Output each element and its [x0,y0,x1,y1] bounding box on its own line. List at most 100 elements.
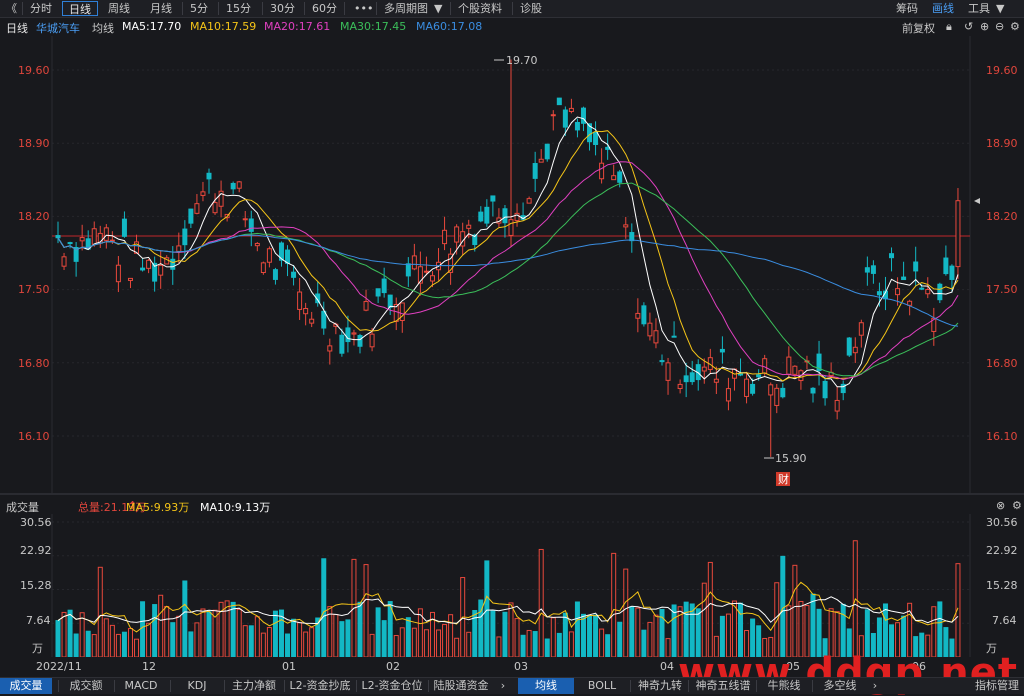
tab-l2-fund-position[interactable]: L2-资金仓位 [358,678,426,694]
volume-indicator-bar: 成交量 总量:21.13万 ↑ MA5:9.93万 MA10:9.13万 ⊗ ⚙ [0,497,1024,514]
volume-bar [593,614,599,657]
candle-body [212,202,218,214]
zoom-out-icon[interactable]: ⊖ [995,20,1004,33]
candle-body [363,301,369,311]
period-tab-monthly[interactable]: 月线 [146,1,176,16]
candle-body [562,109,568,128]
volume-title[interactable]: 成交量 [6,499,39,515]
ma10-value: MA10:17.59 [190,20,257,33]
volume-bar [544,638,550,657]
volume-bar [134,638,140,657]
high-price-label: 19.70 [506,54,538,67]
tab-boll[interactable]: BOLL [576,678,628,694]
tab-divider [356,680,357,692]
volume-bar [158,594,164,657]
volume-bar [297,622,303,657]
tab-turnover[interactable]: 成交额 [60,678,112,694]
ma-label[interactable]: 均线 [92,20,114,36]
lock-icon[interactable]: 🔒︎ [946,20,952,34]
candle-body [194,203,200,214]
candle-body [943,257,949,275]
candle-body [750,383,756,394]
diagnose-button[interactable]: 诊股 [516,1,546,16]
period-tab-15min[interactable]: 15分 [222,1,255,16]
last-price-arrow-icon [974,198,980,204]
volume-bar [97,566,103,657]
volume-chart[interactable] [0,514,1024,657]
tab-bull-bear[interactable]: 牛熊线 [758,678,810,694]
back-button[interactable]: 《 [2,1,21,16]
volume-ma10-line [57,596,959,625]
volume-bar [738,602,744,657]
tab-kdj[interactable]: KDJ [172,678,222,694]
tab-long-short[interactable]: 多空线 [814,678,866,694]
tab-main-net[interactable]: 主力净额 [226,678,282,694]
volume-bar [381,620,387,657]
candle-body [683,375,689,383]
volume-bar [423,629,429,657]
volume-bar [411,627,417,657]
volume-bar [67,609,73,657]
candle-body [725,388,731,402]
candle-body [109,239,115,242]
candle-body [327,345,333,352]
volume-bar [556,632,562,657]
undo-icon[interactable]: ↺ [964,20,973,33]
tab-l2-bottom-fishing[interactable]: L2-资金抄底 [286,678,354,694]
candle-body [919,287,925,290]
tab-magic-five-lines[interactable]: 神奇五线谱 [690,678,756,694]
close-volume-icon[interactable]: ⊗ [996,499,1005,512]
volume-bar [707,561,713,657]
tools-button[interactable]: 工具 [964,1,994,16]
tab-divider [428,680,429,692]
candle-body [641,305,647,325]
tab-macd[interactable]: MACD [116,678,166,694]
tab-magic-nine[interactable]: 神奇九转 [632,678,688,694]
candle-body [55,235,61,239]
volume-bar [309,627,315,657]
tab-ma[interactable]: 均线 [518,678,574,694]
candle-body [822,380,828,399]
period-tab-intraday[interactable]: 分时 [26,1,56,16]
volume-settings-icon[interactable]: ⚙ [1012,499,1022,512]
tab-northbound[interactable]: 陆股通资金 [430,678,492,694]
candle-body [629,232,635,242]
chevron-right-icon[interactable]: › [496,678,510,694]
period-tab-30min[interactable]: 30分 [266,1,299,16]
candle-body [774,387,780,406]
fuquan-button[interactable]: 前复权 [902,20,935,36]
tab-volume[interactable]: 成交量 [0,678,52,694]
tab-divider [688,680,689,692]
stock-name[interactable]: 华城汽车 [36,20,80,36]
multi-period-dropdown[interactable]: 多周期图 [380,1,432,16]
chevron-right-icon[interactable]: › [868,678,882,694]
more-periods-button[interactable]: ••• [350,1,377,16]
period-tab-60min[interactable]: 60分 [308,1,341,16]
chips-button[interactable]: 筹码 [892,1,922,16]
indicator-bar: 日线 华城汽车 均线 MA5:17.70 MA10:17.59 MA20:17.… [0,18,1024,35]
candle-body [895,288,901,296]
candle-body [647,322,653,337]
tab-indicator-management[interactable]: 指标管理 [970,678,1024,694]
zoom-in-icon[interactable]: ⊕ [980,20,989,33]
stock-profile-button[interactable]: 个股资料 [454,1,506,16]
period-tab-daily[interactable]: 日线 [62,1,98,16]
tab-divider [170,680,171,692]
volume-bar [333,614,339,657]
volume-bar [182,580,188,657]
price-chart[interactable]: 19.70 15.90 财 [0,36,1024,494]
toolbar-divider [22,2,23,15]
settings-icon[interactable]: ⚙ [1010,20,1020,33]
candle-body [236,181,242,189]
candle-body [297,291,303,310]
candle-body [260,262,266,274]
volume-bar [339,621,345,657]
candle-body [550,114,556,117]
period-tab-5min[interactable]: 5分 [186,1,212,16]
volume-bar [526,629,532,657]
volume-bar [436,629,442,657]
draw-line-button[interactable]: 画线 [928,1,958,16]
candle-body [484,206,490,224]
period-tab-weekly[interactable]: 周线 [104,1,134,16]
candle-body [140,267,146,271]
